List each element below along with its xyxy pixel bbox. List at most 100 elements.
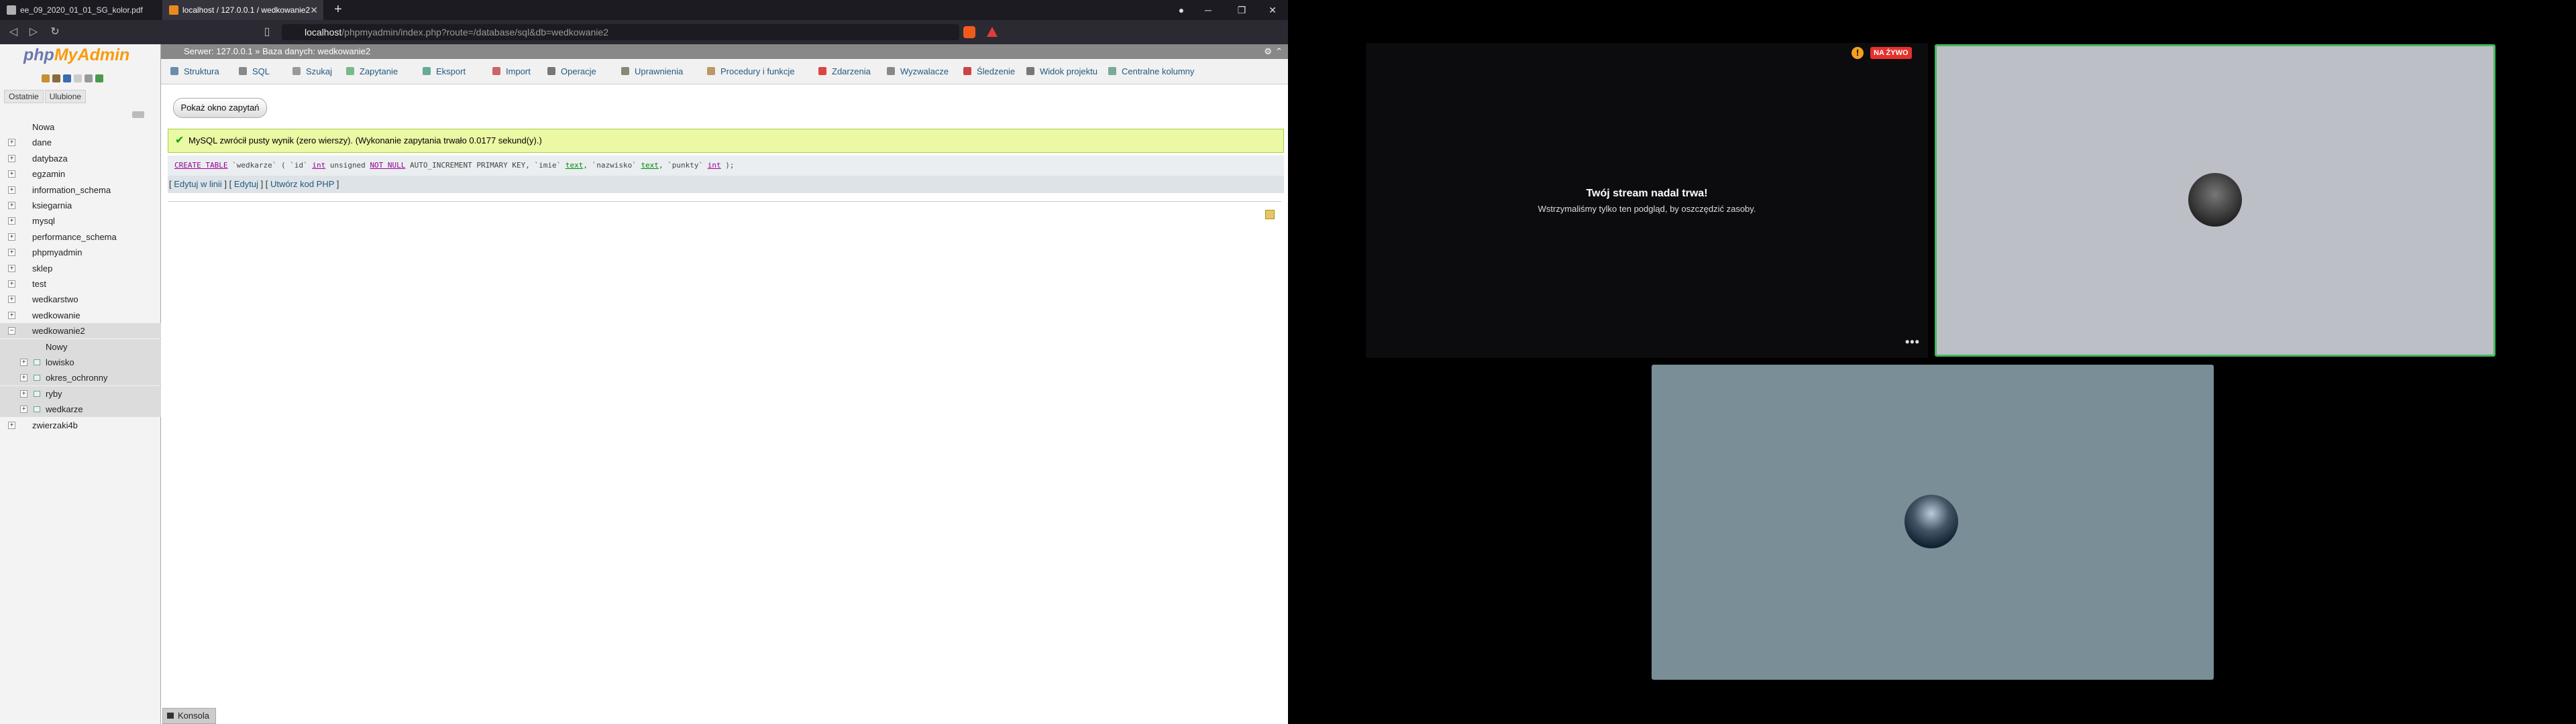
expand-node-icon[interactable]: + xyxy=(8,421,15,429)
rewards-icon[interactable] xyxy=(986,26,998,38)
console-toggle[interactable]: Konsola xyxy=(162,708,216,724)
stream-preview-tile[interactable] xyxy=(1366,43,1928,358)
expand-node-icon[interactable]: + xyxy=(20,359,28,366)
database-node[interactable]: + mysql xyxy=(0,213,161,229)
forward-icon[interactable]: ▷ xyxy=(25,24,42,40)
new-node[interactable]: Nowa xyxy=(0,119,161,135)
tree-label: test xyxy=(32,279,46,289)
new-tab-button[interactable]: + xyxy=(330,0,346,20)
edit-link[interactable]: Edytuj xyxy=(234,179,258,189)
menu-tab-operacje[interactable]: Operacje xyxy=(547,59,596,84)
table-icon xyxy=(34,406,40,413)
menu-tab-zdarzenia[interactable]: Zdarzenia xyxy=(818,59,871,84)
live-badge: NA ŻYWO xyxy=(1870,47,1912,59)
menu-tab-import[interactable]: Import xyxy=(492,59,531,84)
database-menu: Struktura SQL Szukaj Zapytanie Eksport Import… xyxy=(161,59,1288,84)
tree-label: datybaza xyxy=(32,153,68,164)
reload-icon[interactable]: ↻ xyxy=(47,24,63,40)
collapse-top-icon[interactable]: ⌃ xyxy=(1275,44,1283,59)
table-node[interactable]: + wedkarze xyxy=(0,402,161,418)
expand-node-icon[interactable]: + xyxy=(20,374,28,382)
menu-tab-szukaj[interactable]: Szukaj xyxy=(292,59,332,84)
expand-node-icon[interactable]: + xyxy=(8,186,15,194)
expand-node-icon[interactable]: + xyxy=(8,311,15,319)
database-node[interactable]: + egzamin xyxy=(0,166,161,182)
restore-icon[interactable]: ❐ xyxy=(1226,0,1257,20)
reload-nav-icon[interactable] xyxy=(95,74,103,82)
menu-tab-eksport[interactable]: Eksport xyxy=(423,59,466,84)
logout-icon[interactable] xyxy=(52,74,60,82)
database-node[interactable]: + performance_schema xyxy=(0,229,161,245)
database-node[interactable]: + information_schema xyxy=(0,182,161,198)
menu-tab-zapytanie[interactable]: Zapytanie xyxy=(346,59,398,84)
home-icon[interactable] xyxy=(42,74,50,82)
menu-tab-procedury-i-funkcje[interactable]: Procedury i funkcje xyxy=(707,59,795,84)
tree-label: okres_ochronny xyxy=(46,373,108,383)
database-node[interactable]: + wedkarstwo xyxy=(0,292,161,307)
minimize-icon[interactable]: ─ xyxy=(1193,0,1224,20)
table-node[interactable]: + okres_ochronny xyxy=(0,370,161,386)
tab-favorites[interactable]: Ulubione xyxy=(44,90,87,103)
sidebar-tabs: Ostatnie Ulubione xyxy=(4,90,87,103)
expand-node-icon[interactable]: + xyxy=(8,217,15,225)
expand-node-icon[interactable]: + xyxy=(8,280,15,288)
expand-node-icon[interactable]: + xyxy=(8,170,15,178)
collapse-all-icon[interactable] xyxy=(132,111,144,118)
new-node[interactable]: Nowy xyxy=(0,339,161,355)
menu-tab-label: Wyzwalacze xyxy=(900,66,949,76)
database-node[interactable]: + ksiegarnia xyxy=(0,198,161,213)
database-node[interactable]: + zwierzaki4b xyxy=(0,418,161,433)
table-node[interactable]: + lowisko xyxy=(0,355,161,370)
tab-phpmyadmin[interactable]: localhost / 127.0.0.1 / wedkowanie2 ✕ xyxy=(162,0,323,20)
brave-shield-icon[interactable] xyxy=(963,26,975,38)
expand-node-icon[interactable]: + xyxy=(20,406,28,414)
database-node[interactable]: + datybaza xyxy=(0,151,161,166)
menu-tab-widok-projektu[interactable]: Widok projektu xyxy=(1026,59,1097,84)
expand-node-icon[interactable]: + xyxy=(8,296,15,304)
expand-node-icon[interactable]: + xyxy=(8,139,15,147)
show-query-window-button[interactable]: Pokaż okno zapytań xyxy=(173,98,267,118)
database-node[interactable]: − wedkowanie2 xyxy=(0,323,161,339)
menu-tab-icon xyxy=(547,67,555,75)
expand-node-icon[interactable]: + xyxy=(8,154,15,162)
phpmyadmin-logo[interactable]: phpMyAdmin xyxy=(23,46,129,65)
menu-tab--ledzenie[interactable]: Śledzenie xyxy=(963,59,1015,84)
url-bar[interactable]: localhost/phpmyadmin/index.php?route=/da… xyxy=(282,24,959,40)
expand-node-icon[interactable]: + xyxy=(20,389,28,398)
settings-gear-icon[interactable]: ⚙ xyxy=(1264,44,1272,59)
database-node[interactable]: + test xyxy=(0,276,161,292)
sql-part: `wedkarze` ( `id` xyxy=(227,161,313,170)
menu-tab-centralne-kolumny[interactable]: Centralne kolumny xyxy=(1108,59,1194,84)
menu-tab-uprawnienia[interactable]: Uprawnienia xyxy=(621,59,683,84)
success-message: ✔ MySQL zwrócił pusty wynik (zero wiersz… xyxy=(168,129,1284,153)
menu-tab-wyzwalacze[interactable]: Wyzwalacze xyxy=(887,59,949,84)
expand-node-icon[interactable]: + xyxy=(8,202,15,209)
expand-node-icon[interactable]: + xyxy=(8,264,15,272)
menu-tab-sql[interactable]: SQL xyxy=(239,59,270,84)
close-tab-icon[interactable]: ✕ xyxy=(310,0,318,20)
collapse-node-icon[interactable]: − xyxy=(8,327,15,335)
more-options-icon[interactable]: ••• xyxy=(1905,335,1920,349)
tab-recent[interactable]: Ostatnie xyxy=(4,90,44,103)
expand-node-icon[interactable]: + xyxy=(8,233,15,241)
settings-icon[interactable] xyxy=(85,74,93,82)
close-window-icon[interactable]: ✕ xyxy=(1257,0,1288,20)
menu-tab-struktura[interactable]: Struktura xyxy=(170,59,219,84)
back-icon[interactable]: ◁ xyxy=(5,24,21,40)
edit-inline-link[interactable]: Edytuj w linii xyxy=(174,179,222,189)
database-node[interactable]: + sklep xyxy=(0,261,161,276)
create-php-code-link[interactable]: Utwórz kod PHP xyxy=(270,179,334,189)
database-node[interactable]: + dane xyxy=(0,135,161,150)
database-node[interactable]: + phpmyadmin xyxy=(0,245,161,260)
bookmark-icon[interactable]: ▯ xyxy=(259,24,275,40)
expand-node-icon[interactable]: + xyxy=(8,249,15,257)
bookmark-query-icon[interactable] xyxy=(1265,210,1275,219)
tab-pdf[interactable]: ee_09_2020_01_01_SG_kolor.pdf xyxy=(0,0,162,20)
table-node[interactable]: + ryby xyxy=(0,385,161,402)
menu-tab-label: SQL xyxy=(252,66,270,76)
tree-label: dane xyxy=(32,137,52,148)
info-icon[interactable] xyxy=(74,74,82,82)
docs-icon[interactable] xyxy=(63,74,71,82)
tree-label: ksiegarnia xyxy=(32,200,72,210)
database-node[interactable]: + wedkowanie xyxy=(0,308,161,323)
